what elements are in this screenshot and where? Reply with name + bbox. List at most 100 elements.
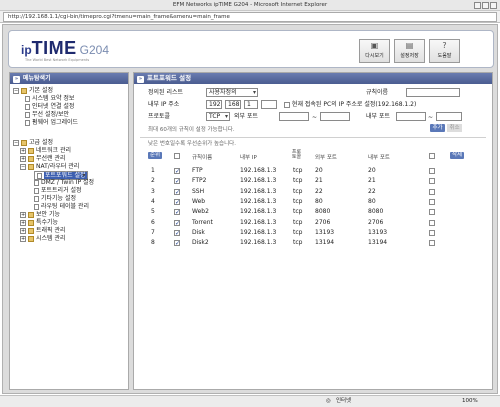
reload-button[interactable]: ▣ 다시보기 [359,39,390,63]
tree-item-traffic[interactable]: + 트래픽 관리 [20,227,66,235]
row-ip: 192.168.1.3 [240,208,277,216]
row-ip: 192.168.1.3 [240,218,277,226]
tree-item-wireless[interactable]: 무선 설정/보안 [25,111,69,119]
row-checkbox[interactable] [174,208,180,218]
external-port-start[interactable] [279,112,309,121]
row-name: SSH [192,187,205,195]
tree-item-nat[interactable]: − NAT/라우터 관리 [20,163,79,171]
expand-icon[interactable]: + [20,155,26,162]
row-delete-checkbox[interactable] [429,229,435,236]
protocol-select[interactable]: TCP [206,112,230,121]
row-internal-port: 8080 [368,208,384,216]
address-input[interactable]: http://192.168.1.1/cgi-bin/timepro.cgi?t… [3,12,497,22]
ip-octet-4[interactable] [261,100,277,109]
row-delete-checkbox[interactable] [429,168,435,174]
row-delete-checkbox[interactable] [429,209,435,216]
row-checkbox[interactable] [174,188,180,198]
row-ip: 192.168.1.3 [240,228,277,236]
panel-header: » 포트포워드 설정 [134,73,492,84]
table-row: 6 Torrent 192.168.1.3 tcp 2706 2706 [148,218,488,229]
row-checkbox[interactable] [174,229,180,239]
row-ip: 192.168.1.3 [240,239,277,247]
tree-label: 인터넷 연결 설정 [32,103,75,110]
tree-item-port-trigger[interactable]: 포트트리거 설정 [34,187,82,195]
row-external-port: 21 [315,177,323,185]
row-delete-checkbox[interactable] [429,219,435,226]
tree-item-firmware[interactable]: 펌웨어 업그레이드 [25,119,78,127]
ip-octet-2[interactable]: 168 [225,100,241,109]
row-ip: 192.168.1.3 [240,177,277,185]
row-delete-checkbox[interactable] [429,188,435,195]
tree-item-network[interactable]: + 네트워크 관리 [20,147,71,155]
rule-list-select[interactable]: 사용자정의 [206,88,258,97]
row-delete-checkbox[interactable] [429,178,435,185]
page-icon [34,179,39,186]
tree-item-special[interactable]: + 특수기능 [20,219,58,227]
tree-item-misc[interactable]: 기타기능 설정 [34,195,76,203]
row-order: 1 [151,167,155,174]
collapse-icon[interactable]: − [13,139,19,146]
delete-button[interactable]: 삭제 [450,152,465,159]
current-pc-label: 현재 접속된 PC의 IP 주소로 설정(192.168.1.2) [291,101,417,108]
select-delete-checkbox[interactable] [429,153,435,159]
tree-item-wlan[interactable]: + 무선랜 관리 [20,155,66,163]
maximize-button[interactable] [482,2,489,9]
add-button[interactable]: 추가 [430,124,445,132]
save-settings-button[interactable]: ▤ 설정저장 [394,39,425,63]
status-bar: ◎ 인터넷 100% [0,395,500,407]
collapse-icon[interactable]: − [13,87,19,94]
tree-item-basic[interactable]: − 기본 설정 [13,87,53,95]
row-checkbox[interactable] [174,198,180,208]
expand-icon[interactable]: + [20,227,26,234]
tree-item-dmz[interactable]: DMZ / Twin IP 설정 [34,179,94,187]
row-delete-checkbox[interactable] [429,240,435,247]
row-checkbox[interactable] [174,239,180,249]
row-checkbox[interactable] [174,167,180,177]
tree-item-security[interactable]: + 보안 기능 [20,211,60,219]
ip-octet-1[interactable]: 192 [206,100,222,109]
zoom-level[interactable]: 100% [462,396,478,407]
row-delete-checkbox[interactable] [429,198,435,205]
help-button[interactable]: ? 도움말 [429,39,460,63]
tree-item-routing[interactable]: 라우팅 테이블 관리 [34,203,89,211]
tree-item-system[interactable]: + 시스템 관리 [20,235,66,243]
internal-port-end[interactable] [436,112,462,121]
col-name: 규칙이름 [192,155,213,161]
divider [140,137,486,138]
cancel-button[interactable]: 취소 [447,124,462,132]
tree-label: 시스템 관리 [36,235,66,242]
save-label: 설정저장 [400,53,419,59]
tree-item-internet[interactable]: 인터넷 연결 설정 [25,103,74,111]
current-pc-option[interactable]: 현재 접속된 PC의 IP 주소로 설정(192.168.1.2) [284,100,416,109]
row-name: Disk2 [192,239,209,247]
select-all-checkbox[interactable] [174,153,180,159]
sidebar-header: » 메뉴탐색기 [10,73,128,84]
expand-icon[interactable]: + [20,147,26,154]
rule-name-input[interactable] [406,88,460,97]
tree-label: 펌웨어 업그레이드 [32,119,79,126]
ip-octet-3[interactable]: 1 [244,100,258,109]
close-button[interactable] [490,2,497,9]
page-icon [25,103,30,110]
minimize-button[interactable] [474,2,481,9]
current-pc-checkbox[interactable] [284,101,290,108]
expand-icon[interactable]: + [20,211,26,218]
row-checkbox[interactable] [174,177,180,187]
col-ext: 외부 포트 [315,155,337,161]
globe-icon: ◎ [326,398,331,404]
expand-icon[interactable]: + [20,235,26,242]
collapse-icon[interactable]: − [20,163,26,170]
col-ip: 내부 IP [240,155,257,161]
table-row: 7 Disk 192.168.1.3 tcp 13193 13193 [148,228,488,239]
row-checkbox[interactable] [174,219,180,229]
content-panel: »포트포워드 설정 정의된 리스트 사용자정의 규칙이름 내부 IP 주소 19… [133,72,493,390]
internal-port-start[interactable] [396,112,426,121]
external-port-end[interactable] [320,112,350,121]
order-button[interactable]: 순위 [148,152,163,159]
tree-item-advanced[interactable]: − 고급 설정 [13,139,53,147]
sidebar-title: 메뉴탐색기 [23,75,51,82]
tree-label: 기타기능 설정 [41,195,77,202]
tree-item-system-summary[interactable]: 시스템 요약 정보 [25,95,74,103]
expand-icon[interactable]: + [20,219,26,226]
row-proto: tcp [293,197,303,205]
